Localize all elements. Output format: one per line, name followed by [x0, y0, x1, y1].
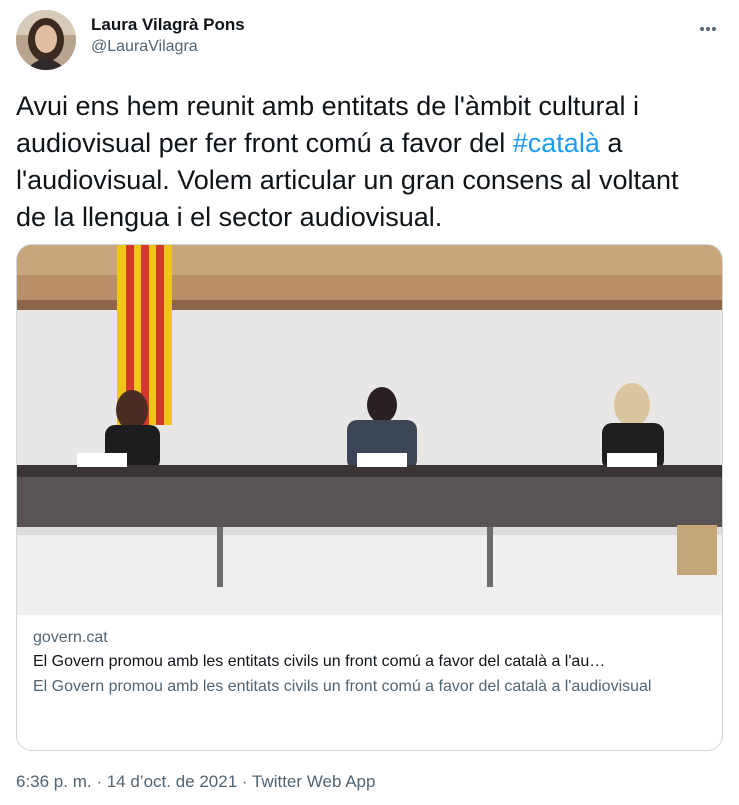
footer-separator: ·: [91, 772, 107, 791]
card-description: El Govern promou amb les entitats civils…: [33, 678, 652, 695]
link-card[interactable]: govern.cat El Govern promou amb les enti…: [16, 244, 723, 751]
card-title: El Govern promou amb les entitats civils…: [33, 653, 606, 670]
more-icon: [700, 27, 716, 31]
tweet-time[interactable]: 6:36 p. m.: [16, 772, 92, 791]
author-names: Laura Vilagrà Pons @LauraVilagra: [91, 14, 245, 58]
tweet-text: Avui ens hem reunit amb entitats de l'àm…: [16, 88, 716, 236]
card-meta: govern.cat El Govern promou amb les enti…: [33, 628, 713, 699]
tweet-header: Laura Vilagrà Pons @LauraVilagra: [16, 10, 723, 70]
card-image: [17, 245, 722, 615]
author-handle[interactable]: @LauraVilagra: [91, 36, 245, 58]
tweet-date[interactable]: 14 d’oct. de 2021: [107, 772, 237, 791]
tweet-source-app[interactable]: Twitter Web App: [252, 772, 375, 791]
tweet-footer: 6:36 p. m. · 14 d’oct. de 2021 · Twitter…: [16, 772, 375, 792]
more-options-button[interactable]: [693, 14, 723, 44]
footer-separator: ·: [237, 772, 252, 791]
card-domain: govern.cat: [33, 629, 108, 646]
hashtag-link[interactable]: #català: [513, 128, 600, 158]
avatar[interactable]: [16, 10, 76, 70]
avatar-image: [16, 10, 76, 70]
author-display-name[interactable]: Laura Vilagrà Pons: [91, 14, 245, 36]
